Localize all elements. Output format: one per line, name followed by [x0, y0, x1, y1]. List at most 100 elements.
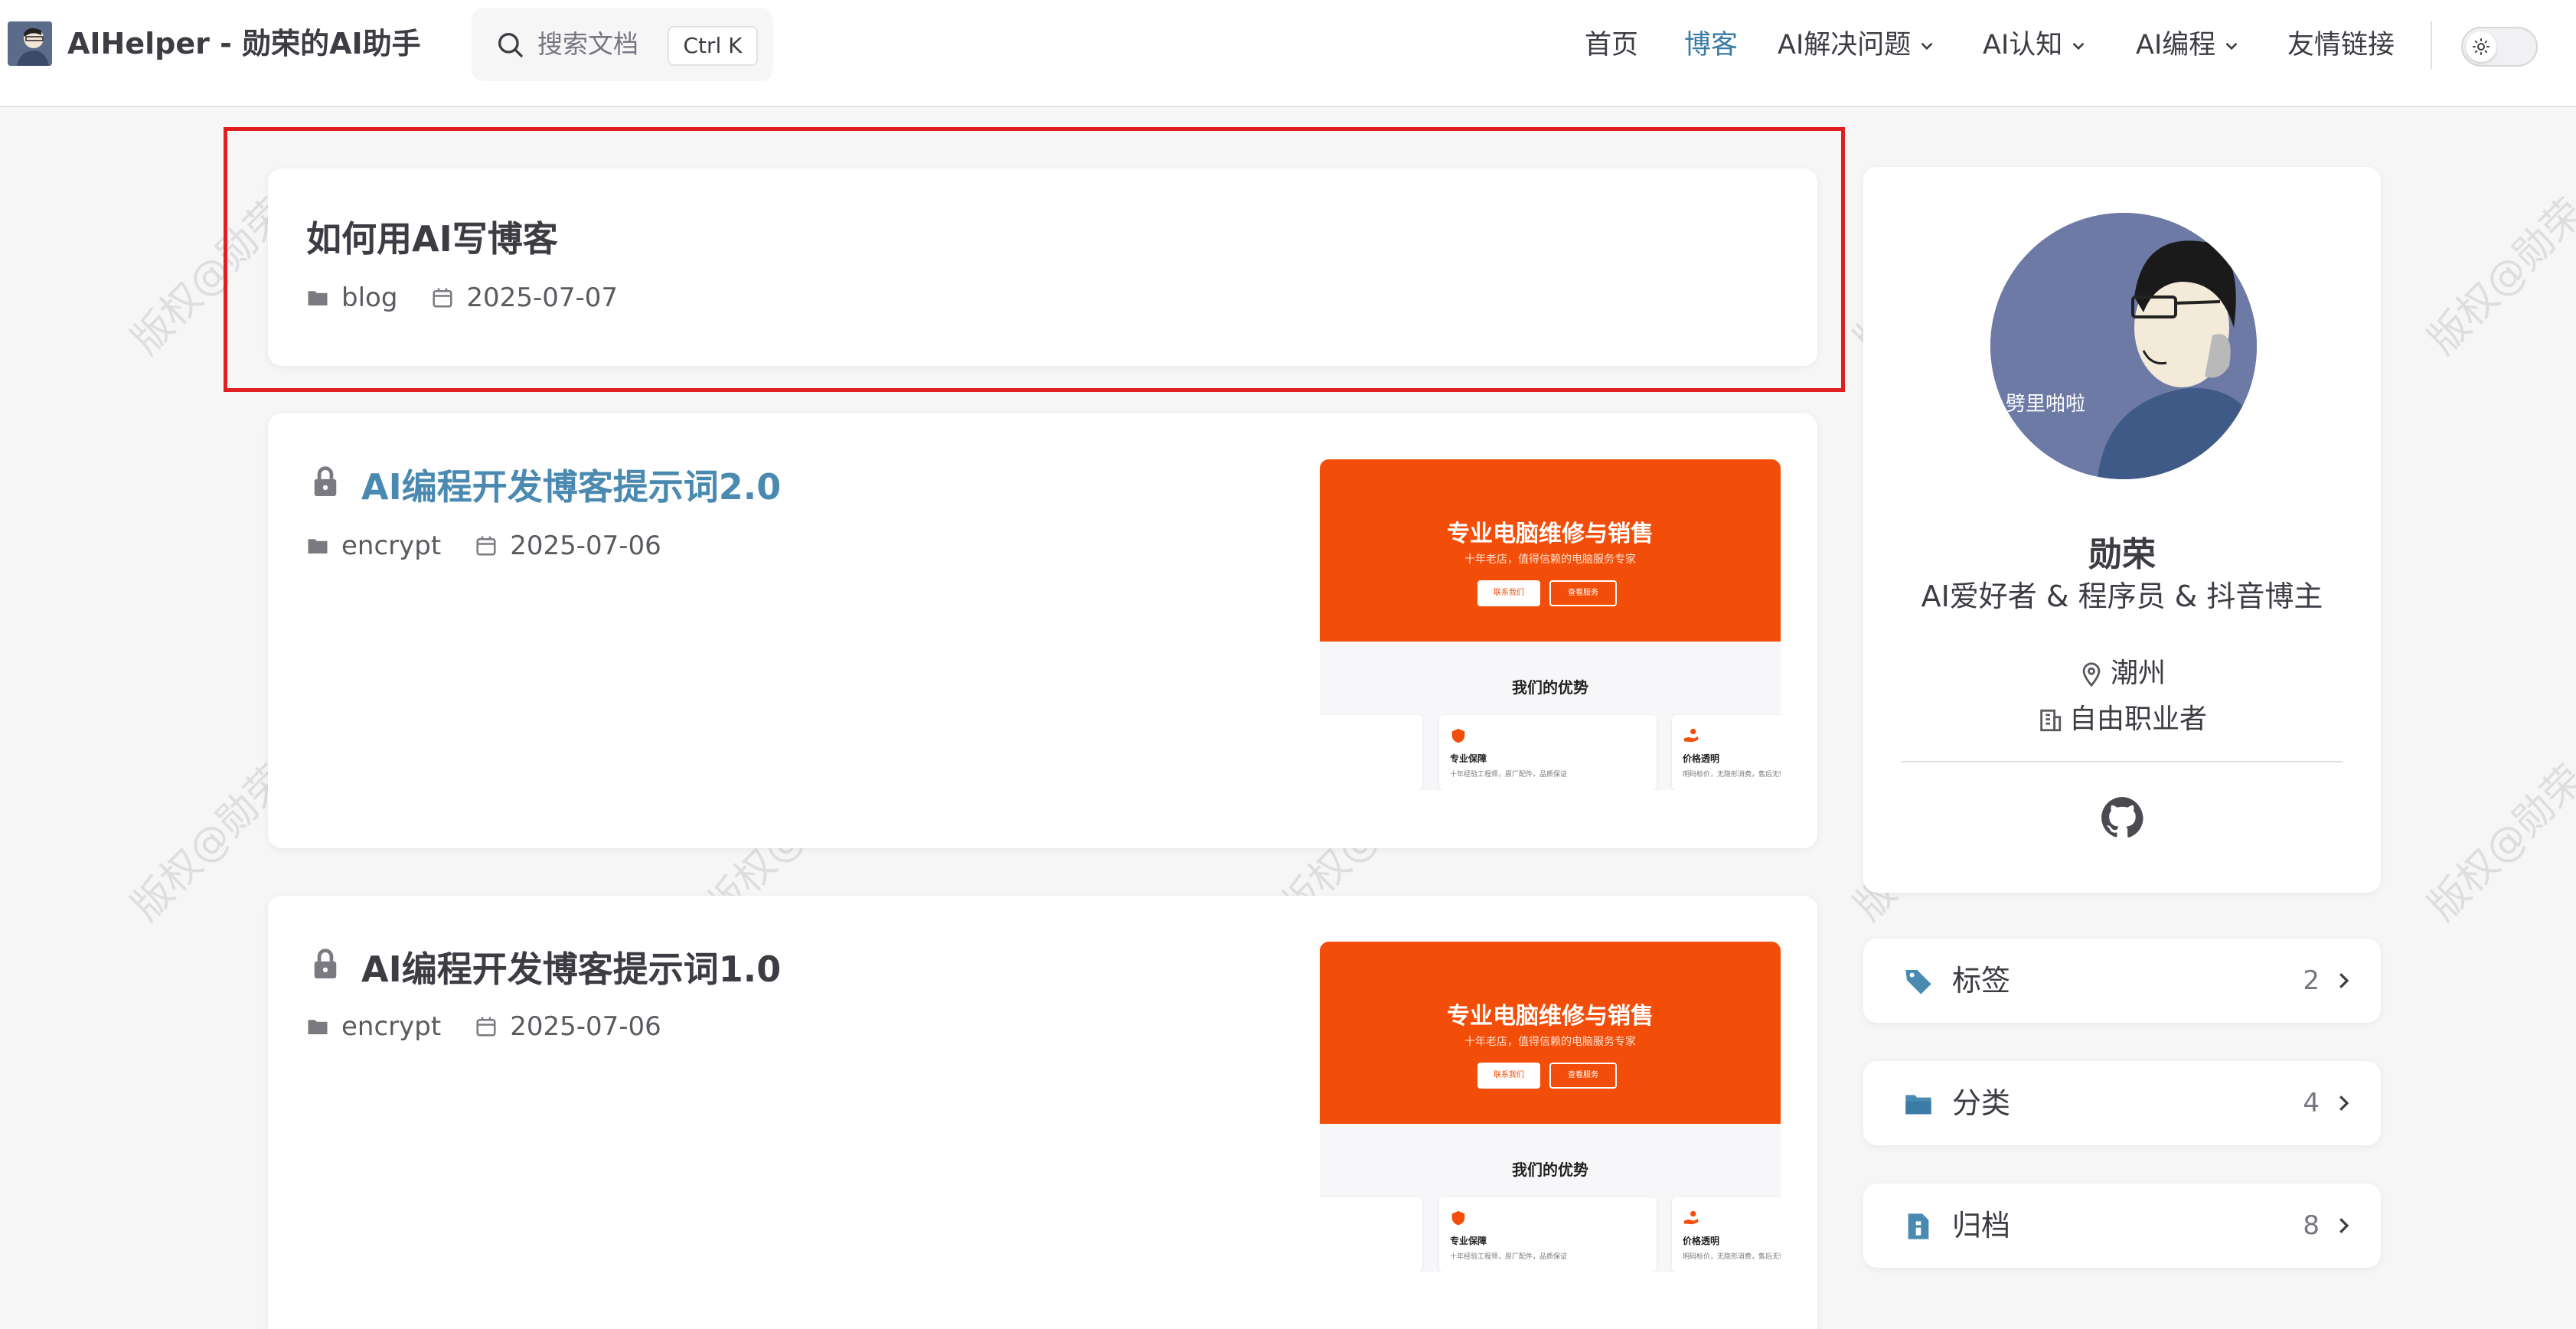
nav-item-ai-problems[interactable]: AI解决问题 [1778, 21, 1937, 69]
lock-icon [314, 949, 337, 978]
search-button[interactable]: 搜索文档 Ctrl K [472, 8, 773, 81]
post-title[interactable]: 如何用AI写博客 [306, 211, 558, 262]
post-card[interactable]: AI编程开发博客提示词2.0 encrypt 2025-07-06 专业电脑维修… [268, 413, 1817, 848]
nav-label: 博客 [1684, 30, 1739, 60]
thumbnail-feature-card: 专业保障 十年经验工程师，原厂配件，品质保证 [1439, 1197, 1657, 1272]
profile-bio: AI爱好者 & 程序员 & 抖音博主 [1921, 580, 2323, 613]
nav-label: AI编程 [2136, 30, 2216, 60]
search-icon [498, 33, 523, 57]
profile-location: 潮州 [1863, 651, 2381, 691]
search-placeholder: 搜索文档 [537, 29, 638, 59]
shield-icon [1451, 728, 1465, 743]
chevron-right-icon [2339, 973, 2349, 988]
nav-divider [2431, 21, 2432, 69]
thumbnail-hero-subtitle: 十年老店，值得信赖的电脑服务专家 [1464, 553, 1636, 566]
thumbnail-hero-subtitle: 十年老店，值得信赖的电脑服务专家 [1464, 1036, 1636, 1048]
hand-coin-icon [1683, 728, 1699, 743]
chevron-down-icon [2072, 42, 2085, 51]
profile-divider [1902, 761, 2343, 762]
building-icon [2040, 709, 2062, 732]
folder-icon [308, 291, 328, 305]
sidebar-item-label: 分类 [1952, 1086, 2011, 1120]
avatar-caption: 劈里啪啦 [2006, 393, 2085, 416]
nav-label: AI解决问题 [1778, 30, 1912, 60]
thumbnail-hero: 专业电脑维修与销售 十年老店，值得信赖的电脑服务专家 联系我们 查看服务 [1320, 459, 1781, 642]
archive-icon [1908, 1213, 1929, 1239]
sidebar-item-label: 标签 [1952, 964, 2011, 998]
thumbnail-contact-button: 联系我们 [1477, 580, 1540, 606]
post-title[interactable]: AI编程开发博客提示词1.0 [361, 942, 781, 992]
tag-icon [1905, 970, 1931, 994]
sidebar-item-archives[interactable]: 归档 8 [1863, 1184, 2381, 1268]
profile-name: 勋荣 [2088, 535, 2156, 574]
calendar-icon [433, 288, 452, 308]
profile-occupation: 自由职业者 [1863, 697, 2381, 736]
avatar: 劈里啪啦 [1990, 213, 2257, 479]
folder-icon [308, 1020, 328, 1034]
post-title[interactable]: AI编程开发博客提示词2.0 [361, 459, 781, 510]
sidebar-item-categories[interactable]: 分类 4 [1863, 1061, 2381, 1145]
thumbnail-services-button: 查看服务 [1549, 580, 1617, 606]
folder-icon [308, 539, 328, 553]
chevron-right-icon [2339, 1096, 2349, 1111]
thumbnail-feature-desc: 明码标价，无隐形消费，售后无忧 [1683, 771, 1781, 779]
sidebar-item-label: 归档 [1952, 1209, 2011, 1242]
thumbnail-section-title: 我们的优势 [1512, 1161, 1588, 1179]
thumbnail-section-title: 我们的优势 [1512, 678, 1588, 697]
occupation-text: 自由职业者 [2068, 704, 2207, 735]
post-meta: blog 2025-07-07 [306, 279, 651, 317]
calendar-icon [476, 1017, 496, 1037]
thumbnail-feature-desc: 十年经验工程师，原厂配件，品质保证 [1450, 1253, 1568, 1261]
nav-label: 首页 [1585, 30, 1639, 60]
thumbnail-feature-card: 价格透明 明码标价，无隐形消费，售后无忧 [1672, 715, 1781, 790]
watermark: 版权@勋荣 [2419, 756, 2576, 930]
lock-icon [314, 466, 337, 496]
post-category[interactable]: encrypt [341, 531, 441, 561]
thumbnail-feature-title: 专业保障 [1450, 753, 1487, 764]
post-date: 2025-07-06 [510, 1011, 661, 1042]
post-card[interactable]: AI编程开发博客提示词1.0 encrypt 2025-07-06 专业电脑维修… [268, 896, 1817, 1329]
thumbnail-hero: 专业电脑维修与销售 十年老店，值得信赖的电脑服务专家 联系我们 查看服务 [1320, 942, 1781, 1124]
thumbnail-feature-card [1320, 715, 1422, 790]
post-thumbnail[interactable]: 专业电脑维修与销售 十年老店，值得信赖的电脑服务专家 联系我们 查看服务 我们的… [1320, 942, 1781, 1272]
chevron-down-icon [1921, 42, 1933, 51]
nav-item-ai-programming[interactable]: AI编程 [2136, 21, 2241, 69]
nav-label: 友情链接 [2287, 30, 2395, 60]
location-text: 潮州 [2110, 658, 2166, 689]
sun-icon [2473, 38, 2489, 55]
post-date: 2025-07-06 [510, 531, 661, 561]
thumbnail-feature-desc: 明码标价，无隐形消费，售后无忧 [1683, 1253, 1781, 1261]
github-icon[interactable] [2101, 796, 2143, 839]
site-logo[interactable] [8, 21, 52, 66]
sidebar-item-tags[interactable]: 标签 2 [1863, 939, 2381, 1023]
thumbnail-hero-title: 专业电脑维修与销售 [1447, 521, 1654, 547]
thumbnail-feature-card: 专业保障 十年经验工程师，原厂配件，品质保证 [1439, 715, 1657, 790]
thumbnail-feature-title: 专业保障 [1450, 1236, 1487, 1246]
shield-icon [1451, 1210, 1465, 1226]
sidebar-item-count: 2 [2303, 965, 2320, 996]
nav-item-friend-links[interactable]: 友情链接 [2287, 21, 2395, 69]
nav-label: AI认知 [1983, 30, 2063, 60]
post-thumbnail[interactable]: 专业电脑维修与销售 十年老店，值得信赖的电脑服务专家 联系我们 查看服务 我们的… [1320, 459, 1781, 790]
post-category[interactable]: encrypt [341, 1011, 441, 1042]
site-title[interactable]: AIHelper - 勋荣的AI助手 [67, 21, 421, 66]
post-meta: encrypt 2025-07-06 [306, 1007, 695, 1046]
nav-item-blog[interactable]: 博客 [1684, 21, 1738, 69]
thumbnail-feature-card: 价格透明 明码标价，无隐形消费，售后无忧 [1672, 1197, 1781, 1272]
thumbnail-feature-title: 价格透明 [1683, 753, 1720, 764]
thumbnail-feature-card [1320, 1197, 1422, 1272]
post-card[interactable]: 如何用AI写博客 blog 2025-07-07 [268, 168, 1817, 366]
sidebar-item-count: 8 [2303, 1210, 2320, 1241]
thumbnail-hero-title: 专业电脑维修与销售 [1447, 1003, 1654, 1030]
search-shortcut-badge: Ctrl K [668, 26, 758, 66]
thumbnail-contact-button: 联系我们 [1477, 1063, 1540, 1089]
post-category[interactable]: blog [341, 282, 397, 313]
top-navbar: AIHelper - 勋荣的AI助手 搜索文档 Ctrl K 首页 博客 AI解… [0, 0, 2576, 107]
thumbnail-services-button: 查看服务 [1549, 1063, 1617, 1089]
watermark: 版权@勋荣 [2419, 190, 2576, 364]
nav-item-home[interactable]: 首页 [1585, 21, 1638, 69]
sidebar-item-count: 4 [2303, 1088, 2320, 1118]
nav-item-ai-cognition[interactable]: AI认知 [1983, 21, 2088, 69]
thumbnail-feature-desc: 十年经验工程师，原厂配件，品质保证 [1450, 771, 1568, 779]
theme-toggle[interactable] [2461, 27, 2538, 67]
